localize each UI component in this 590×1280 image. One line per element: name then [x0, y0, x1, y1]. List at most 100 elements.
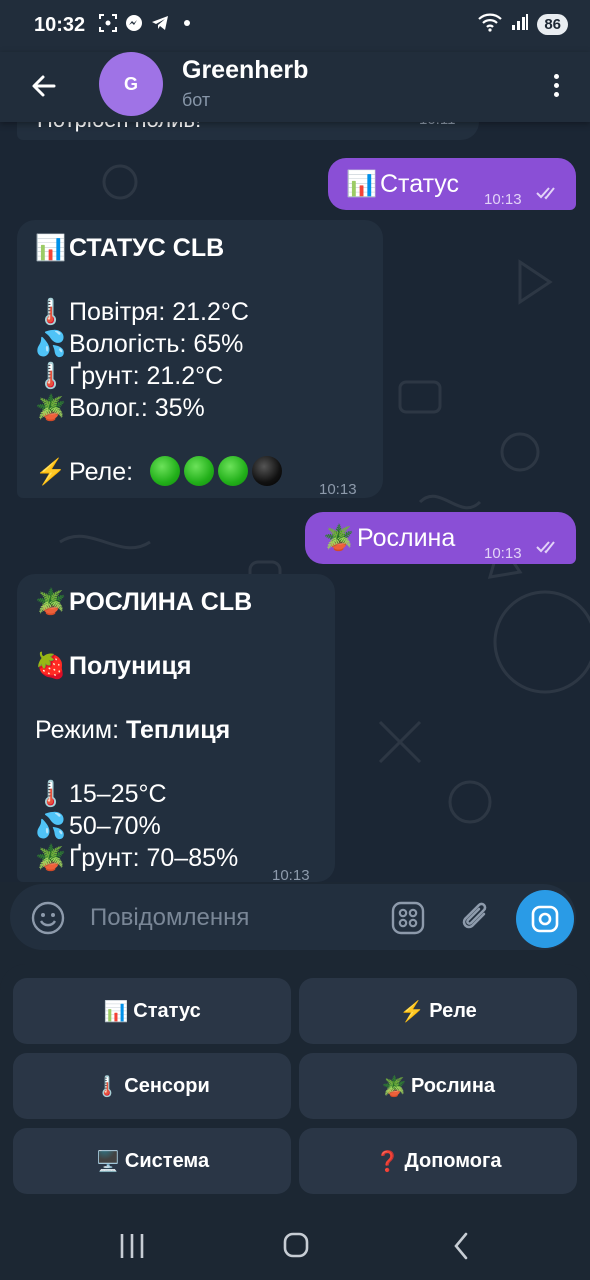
thermometer-icon: 🌡️: [35, 780, 67, 808]
kb-button-system[interactable]: 🖥️ Система: [13, 1128, 291, 1194]
message-composer: [10, 884, 576, 950]
message-time: 10:13: [484, 545, 522, 562]
smiley-icon: [31, 901, 65, 935]
message-time: 10:11: [419, 122, 455, 136]
message-time: 10:13: [272, 867, 310, 882]
droplets-icon: 💦: [35, 812, 67, 840]
status-icons: [98, 13, 190, 33]
relay-on-icon: [218, 456, 249, 486]
more-options-button[interactable]: [550, 70, 562, 104]
wifi-icon: [477, 12, 503, 37]
sensor-text: Вологість: 65%: [69, 330, 244, 358]
kb-button-label: Система: [124, 1149, 210, 1172]
chart-icon: 📊: [103, 1000, 129, 1023]
sensor-row-humidity: 💦 Вологість: 65%: [35, 328, 243, 360]
camera-icon: [531, 905, 559, 933]
sensor-row-soil-moisture: 🪴 Волог.: 35%: [35, 392, 205, 424]
message-bubble-outgoing[interactable]: 🪴 Рослина 10:13: [305, 512, 576, 564]
message-bubble-status[interactable]: 📊 СТАТУС CLB 🌡️ Повітря: 21.2°C 💦 Вологість…: [17, 220, 383, 498]
range-text: Ґрунт: 70–85%: [69, 844, 239, 872]
avatar[interactable]: G: [99, 52, 163, 116]
messenger-icon: [124, 13, 144, 33]
potted-plant-icon: 🪴: [35, 588, 67, 616]
thermometer-icon: 🌡️: [94, 1075, 120, 1098]
kb-button-help[interactable]: ❓ Допомога: [299, 1128, 577, 1194]
more-notifications-dot: [184, 20, 190, 26]
range-text: 15–25°C: [69, 780, 167, 808]
mode-value: Теплиця: [125, 716, 231, 744]
lightning-icon: ⚡: [399, 1000, 425, 1023]
bot-keyboard-button[interactable]: [390, 900, 426, 936]
message-bubble-outgoing[interactable]: 📊 Статус 10:13: [328, 158, 576, 210]
dot-icon: [553, 83, 559, 88]
relay-row: ⚡ Реле:: [35, 456, 286, 488]
message-input[interactable]: [88, 898, 372, 938]
kb-button-label: Допомога: [404, 1149, 502, 1172]
message-title: 🪴 РОСЛИНА CLB: [35, 586, 252, 618]
sensor-row-soil-temp: 🌡️ Ґрунт: 21.2°C: [35, 360, 223, 392]
kb-button-label: Статус: [133, 999, 201, 1022]
potted-plant-icon: 🪴: [323, 524, 355, 552]
relay-off-icon: [252, 456, 283, 486]
home-icon: [283, 1232, 309, 1258]
message-text: Рослина: [357, 524, 456, 552]
message-title: 📊 СТАТУС CLB: [35, 232, 224, 264]
range-row-temp: 🌡️ 15–25°C: [35, 778, 167, 810]
lightning-icon: ⚡: [35, 458, 67, 486]
recent-apps-button[interactable]: [112, 1228, 152, 1264]
kb-button-plant[interactable]: 🪴 Рослина: [299, 1053, 577, 1119]
relay-indicators: [150, 456, 286, 486]
relay-on-icon: [150, 456, 181, 486]
droplets-icon: 💦: [35, 330, 67, 358]
message-bubble-previous[interactable]: Потрібен полив! 10:11: [17, 122, 479, 140]
nav-back-button[interactable]: [442, 1228, 482, 1264]
message-time: 10:13: [319, 481, 357, 498]
message-title-text: РОСЛИНА CLB: [69, 588, 253, 616]
chart-icon: 📊: [346, 170, 378, 198]
chevron-left-icon: [454, 1232, 468, 1260]
kb-button-status[interactable]: 📊 Статус: [13, 978, 291, 1044]
sensor-row-air: 🌡️ Повітря: 21.2°C: [35, 296, 249, 328]
kb-button-sensors[interactable]: 🌡️ Сенсори: [13, 1053, 291, 1119]
keyboard-grid-icon: [391, 901, 425, 935]
range-row-humidity: 💦 50–70%: [35, 810, 161, 842]
signal-icon: [511, 13, 529, 36]
emoji-button[interactable]: [30, 900, 66, 936]
chart-icon: 📊: [35, 234, 67, 262]
range-text: 50–70%: [69, 812, 161, 840]
message-content: 🪴 Рослина: [323, 522, 455, 554]
battery-indicator: 86: [537, 14, 568, 35]
kb-button-label: Рослина: [410, 1074, 496, 1097]
camera-button[interactable]: [516, 890, 574, 948]
sensor-text: Ґрунт: 21.2°C: [69, 362, 224, 390]
kb-button-relay[interactable]: ⚡ Реле: [299, 978, 577, 1044]
chat-subtitle: бот: [182, 90, 211, 110]
potted-plant-icon: 🪴: [35, 394, 67, 422]
read-check-icon: [536, 187, 555, 200]
plant-name-row: 🍓 Полуниця: [35, 650, 192, 682]
message-text: Статус: [380, 170, 460, 198]
read-check-icon: [536, 541, 555, 554]
mode-label: Режим:: [35, 716, 120, 744]
attach-button[interactable]: [458, 898, 494, 938]
status-time: 10:32: [34, 14, 86, 36]
relay-label: Реле:: [69, 458, 134, 486]
sensor-text: Повітря: 21.2°C: [69, 298, 249, 326]
dot-icon: [553, 92, 559, 97]
message-title-text: СТАТУС CLB: [69, 234, 225, 262]
chat-title[interactable]: Greenherb: [182, 56, 308, 85]
thermometer-icon: 🌡️: [35, 298, 67, 326]
home-button[interactable]: [276, 1228, 316, 1264]
back-button[interactable]: [26, 68, 62, 104]
mode-row: Режим: Теплиця: [35, 714, 230, 746]
chat-area[interactable]: Потрібен полив! 10:11 📊Статус 10:13 📊СТА…: [0, 122, 590, 882]
screenshot-icon: [98, 13, 118, 33]
message-bubble-plant[interactable]: 🪴 РОСЛИНА CLB 🍓 Полуниця Режим: Теплиця 🌡️…: [17, 574, 335, 882]
telegram-icon: [150, 13, 170, 33]
arrow-left-icon: [32, 75, 56, 97]
thermometer-icon: 🌡️: [35, 362, 67, 390]
dot-icon: [553, 74, 559, 79]
potted-plant-icon: 🪴: [35, 844, 67, 872]
monitor-icon: 🖥️: [95, 1150, 121, 1173]
sensor-text: Волог.: 35%: [69, 394, 205, 422]
